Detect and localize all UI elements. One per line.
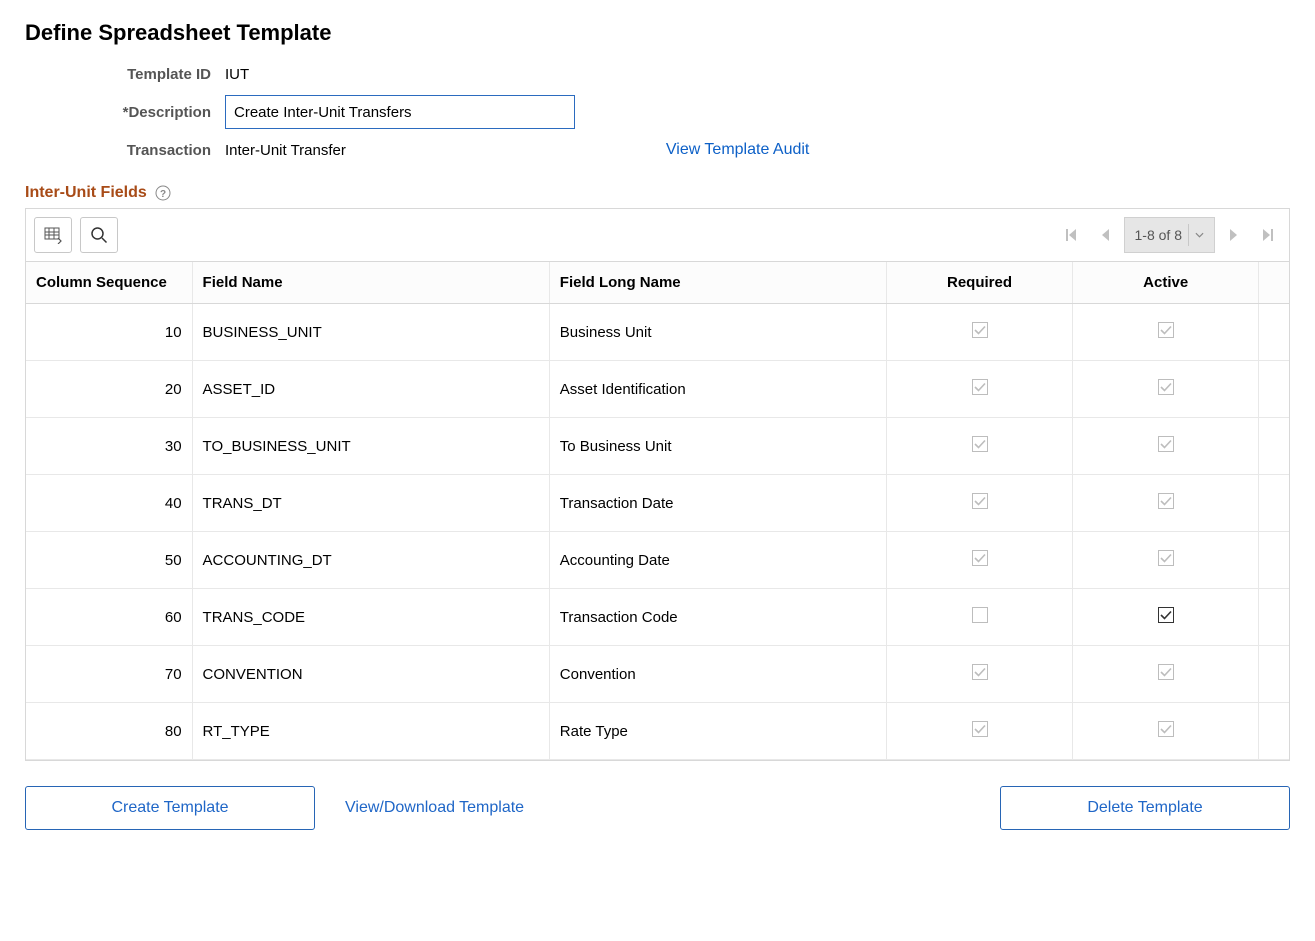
- table-row: 60TRANS_CODETransaction Code: [26, 589, 1289, 646]
- cell-spacer: [1259, 475, 1289, 532]
- required-checkbox: [972, 379, 988, 395]
- table-row: 80RT_TYPERate Type: [26, 703, 1289, 760]
- page-title: Define Spreadsheet Template: [25, 20, 1290, 46]
- table-row: 40TRANS_DTTransaction Date: [26, 475, 1289, 532]
- active-checkbox: [1158, 664, 1174, 680]
- active-checkbox: [1158, 550, 1174, 566]
- help-icon[interactable]: ?: [155, 185, 171, 201]
- table-row: 10BUSINESS_UNITBusiness Unit: [26, 304, 1289, 361]
- cell-field-long-name: Asset Identification: [549, 361, 886, 418]
- cell-spacer: [1259, 304, 1289, 361]
- table-row: 70CONVENTIONConvention: [26, 646, 1289, 703]
- template-id-value: IUT: [225, 66, 249, 83]
- active-checkbox: [1158, 379, 1174, 395]
- delete-template-button[interactable]: Delete Template: [1000, 786, 1290, 830]
- cell-sequence: 70: [26, 646, 192, 703]
- cell-sequence: 50: [26, 532, 192, 589]
- cell-field-name: TO_BUSINESS_UNIT: [192, 418, 549, 475]
- cell-field-name: RT_TYPE: [192, 703, 549, 760]
- required-checkbox: [972, 721, 988, 737]
- table-row: 50ACCOUNTING_DTAccounting Date: [26, 532, 1289, 589]
- chevron-down-icon: [1188, 224, 1204, 246]
- cell-sequence: 60: [26, 589, 192, 646]
- cell-field-long-name: Rate Type: [549, 703, 886, 760]
- transaction-label: Transaction: [105, 142, 225, 159]
- cell-spacer: [1259, 532, 1289, 589]
- cell-field-name: ACCOUNTING_DT: [192, 532, 549, 589]
- cell-field-name: TRANS_DT: [192, 475, 549, 532]
- cell-field-name: BUSINESS_UNIT: [192, 304, 549, 361]
- view-download-template-link[interactable]: View/Download Template: [345, 799, 524, 817]
- cell-field-name: ASSET_ID: [192, 361, 549, 418]
- required-checkbox: [972, 550, 988, 566]
- cell-sequence: 40: [26, 475, 192, 532]
- cell-field-name: TRANS_CODE: [192, 589, 549, 646]
- description-label: *Description: [105, 104, 225, 121]
- active-checkbox: [1158, 436, 1174, 452]
- next-page-icon[interactable]: [1221, 222, 1247, 248]
- required-checkbox: [972, 607, 988, 623]
- cell-spacer: [1259, 646, 1289, 703]
- active-checkbox[interactable]: [1158, 607, 1174, 623]
- svg-text:?: ?: [160, 189, 166, 200]
- grid-container: 1-8 of 8 Column Sequence Field Name Fiel…: [25, 208, 1290, 761]
- col-header-field-name[interactable]: Field Name: [192, 262, 549, 304]
- required-checkbox: [972, 436, 988, 452]
- prev-page-icon[interactable]: [1092, 222, 1118, 248]
- cell-field-long-name: Transaction Code: [549, 589, 886, 646]
- cell-sequence: 20: [26, 361, 192, 418]
- view-template-audit-link[interactable]: View Template Audit: [666, 141, 810, 159]
- pager-dropdown[interactable]: 1-8 of 8: [1124, 217, 1215, 253]
- cell-field-name: CONVENTION: [192, 646, 549, 703]
- required-checkbox: [972, 322, 988, 338]
- cell-spacer: [1259, 703, 1289, 760]
- cell-spacer: [1259, 418, 1289, 475]
- active-checkbox: [1158, 493, 1174, 509]
- description-input[interactable]: [225, 95, 575, 129]
- required-checkbox: [972, 664, 988, 680]
- cell-field-long-name: Accounting Date: [549, 532, 886, 589]
- template-id-label: Template ID: [105, 66, 225, 83]
- cell-spacer: [1259, 361, 1289, 418]
- cell-sequence: 10: [26, 304, 192, 361]
- col-header-required[interactable]: Required: [886, 262, 1072, 304]
- transaction-value: Inter-Unit Transfer: [225, 142, 346, 159]
- required-checkbox: [972, 493, 988, 509]
- table-row: 30TO_BUSINESS_UNITTo Business Unit: [26, 418, 1289, 475]
- cell-field-long-name: Transaction Date: [549, 475, 886, 532]
- active-checkbox: [1158, 322, 1174, 338]
- cell-spacer: [1259, 589, 1289, 646]
- table-row: 20ASSET_IDAsset Identification: [26, 361, 1289, 418]
- cell-field-long-name: To Business Unit: [549, 418, 886, 475]
- last-page-icon[interactable]: [1253, 222, 1281, 248]
- grid-action-icon[interactable]: [34, 217, 72, 253]
- cell-sequence: 30: [26, 418, 192, 475]
- col-header-sequence[interactable]: Column Sequence: [26, 262, 192, 304]
- col-header-active[interactable]: Active: [1073, 262, 1259, 304]
- col-header-spacer: [1259, 262, 1289, 304]
- first-page-icon[interactable]: [1058, 222, 1086, 248]
- cell-field-long-name: Convention: [549, 646, 886, 703]
- active-checkbox: [1158, 721, 1174, 737]
- section-title: Inter-Unit Fields: [25, 184, 147, 202]
- cell-sequence: 80: [26, 703, 192, 760]
- cell-field-long-name: Business Unit: [549, 304, 886, 361]
- pager-text: 1-8 of 8: [1135, 227, 1182, 243]
- search-icon[interactable]: [80, 217, 118, 253]
- col-header-field-long-name[interactable]: Field Long Name: [549, 262, 886, 304]
- create-template-button[interactable]: Create Template: [25, 786, 315, 830]
